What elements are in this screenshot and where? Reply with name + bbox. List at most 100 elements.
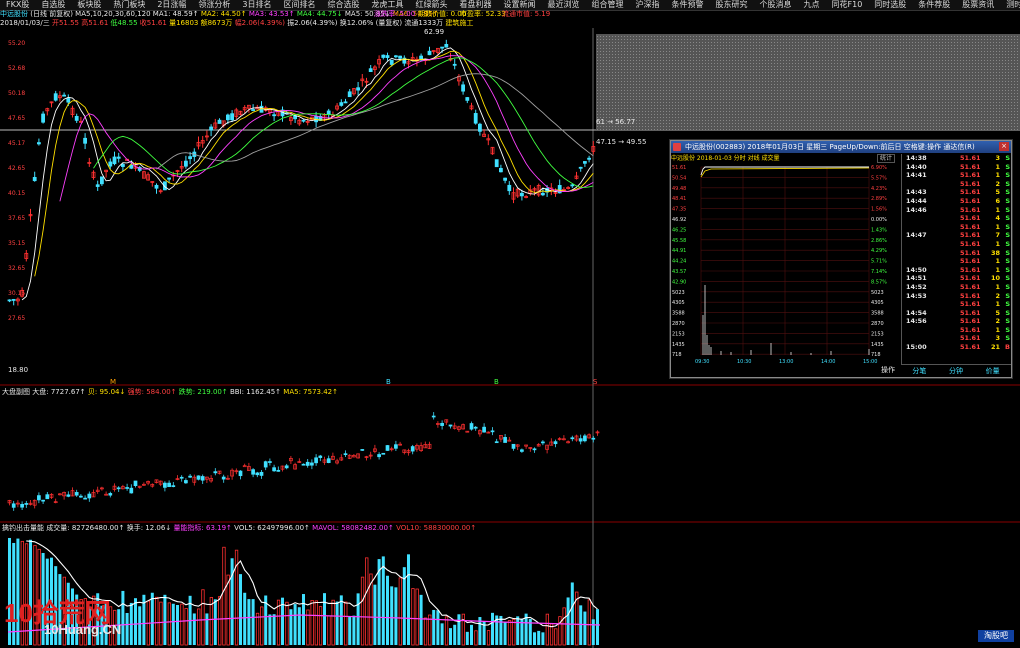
index-candle-body: [259, 471, 264, 476]
candle-body: [251, 109, 256, 111]
volume-bar: [419, 594, 423, 645]
trade-row: 14:50 51.61 1 S: [906, 265, 1010, 274]
volume-bar: [167, 602, 172, 646]
tab-minutes[interactable]: 分钟: [938, 365, 975, 377]
volume-bar: [373, 584, 377, 645]
index-candle-body: [410, 446, 415, 452]
volume-subchart-header: 擒钓出击量能 成交量: 82726480.00↑ 换手: 12.06↓ 量能指标…: [2, 524, 477, 532]
index-candle-body: [24, 503, 29, 505]
candle-body: [356, 87, 361, 91]
index-candle-body: [591, 437, 596, 440]
volume-bar: [213, 599, 217, 645]
volume-bar: [218, 596, 222, 646]
index-candle-body: [251, 469, 255, 475]
index-subchart: [7, 412, 600, 511]
candle-body: [225, 114, 230, 121]
volume-bar: [344, 601, 348, 646]
candle-body: [217, 119, 222, 124]
projection-zone: [596, 34, 1020, 130]
volume-bar: [310, 600, 314, 646]
trade-row: 14:47 51.61 7 S: [906, 231, 1010, 240]
volume-bar: [243, 592, 247, 645]
volume-bar: [591, 619, 595, 645]
volume-bar: [491, 612, 494, 645]
volume-bar: [566, 597, 570, 645]
operate-button[interactable]: 操作: [875, 364, 901, 376]
candle-body: [393, 55, 398, 58]
index-candle-body: [179, 476, 184, 479]
index-candle-body: [482, 426, 486, 433]
trade-row: 51.61 1 S: [960, 239, 1010, 248]
candle-body: [301, 119, 306, 122]
popup-titlebar[interactable]: 中远股份(002883) 2018年01月03日 星期三 PageUp/Down…: [671, 141, 1011, 153]
intraday-chart[interactable]: 51.61 6.90% 50.54 5.57% 49.48 4.23% 48.41 2.89%…: [671, 163, 901, 373]
volume-bar: [318, 606, 323, 646]
candles-main: [7, 39, 596, 306]
popup-time-tick-3: 14:00: [821, 359, 835, 365]
price-tick-0: 55.20: [8, 40, 25, 47]
popup-right-tick-3: 2.89%: [871, 196, 887, 202]
watermark-logo: 10拾荒网 10Huang.CN: [4, 598, 122, 637]
index-candle-body: [184, 480, 188, 484]
popup-right-tick-15: 2870: [871, 321, 884, 327]
ma-line-3: [59, 55, 594, 202]
stat-button[interactable]: 统计: [876, 154, 895, 163]
candle-body: [570, 184, 575, 187]
crosshair-price-2: 47.15 → 49.55: [596, 138, 647, 146]
volume-bar: [436, 610, 440, 645]
close-button[interactable]: ×: [999, 142, 1009, 151]
index-candle-body: [469, 423, 474, 430]
trade-row: 14:53 51.61 2 S: [906, 291, 1010, 300]
volume-bar: [352, 615, 356, 645]
index-candle-body: [125, 487, 129, 489]
popup-left-tick-18: 718: [672, 352, 682, 358]
popup-left-tick-2: 49.48: [672, 186, 686, 192]
popup-right-tick-7: 2.86%: [871, 238, 887, 244]
index-candle-body: [79, 495, 83, 498]
popup-right-tick-6: 1.43%: [871, 227, 887, 233]
popup-right-tick-16: 2153: [871, 331, 884, 337]
moving-averages: [21, 47, 594, 301]
trade-row: 14:51 51.61 10 S: [906, 274, 1010, 283]
index-candle-body: [41, 499, 45, 502]
volume-bar: [503, 621, 507, 645]
volume-bar: [486, 630, 491, 646]
volume-bar: [570, 582, 574, 645]
candle-body: [440, 46, 445, 49]
marker-m: M: [110, 378, 117, 386]
index-candle-body: [45, 494, 50, 500]
index-candle-body: [448, 424, 453, 427]
trade-row: 51.61 2 S: [960, 179, 1010, 188]
tab-price-volume[interactable]: 价量: [974, 365, 1011, 377]
candle-body: [477, 123, 482, 132]
volume-bar: [247, 599, 251, 645]
volume-bar: [251, 599, 255, 645]
volume-bar: [394, 587, 398, 645]
index-candle-body: [167, 482, 171, 488]
trade-row: 14:38 51.61 3 S: [906, 154, 1010, 162]
index-candle-body: [163, 482, 167, 488]
volume-bar: [457, 614, 461, 645]
candle-body: [62, 94, 66, 97]
tab-ticks[interactable]: 分笔: [901, 365, 938, 377]
trade-row: 51.61 1 S: [960, 300, 1010, 309]
index-candle-body: [431, 415, 436, 418]
intraday-popup-window[interactable]: 中远股份(002883) 2018年01月03日 星期三 PageUp/Down…: [670, 140, 1012, 378]
trade-row: 51.61 38 S: [960, 248, 1010, 257]
candle-body: [53, 93, 58, 101]
index-candle-body: [541, 441, 545, 444]
volume-bar: [155, 596, 159, 646]
volume-bar: [297, 607, 301, 645]
candle-body: [11, 299, 16, 301]
price-tick-3: 47.65: [8, 115, 25, 122]
index-candle-body: [394, 444, 398, 449]
index-candle-body: [200, 476, 205, 481]
index-candle-body: [343, 453, 348, 456]
tick-trades-list[interactable]: 14:38 51.61 3 S 14:40 51.61 1 S 14:41 51.61 1 S 51.6…: [901, 154, 1012, 364]
volume-bar: [461, 613, 466, 646]
ma-line-1: [21, 47, 594, 301]
index-candle-body: [116, 487, 121, 490]
candle-body: [108, 161, 113, 167]
volume-bar: [285, 601, 289, 646]
price-tick-11: 27.65: [8, 315, 25, 322]
